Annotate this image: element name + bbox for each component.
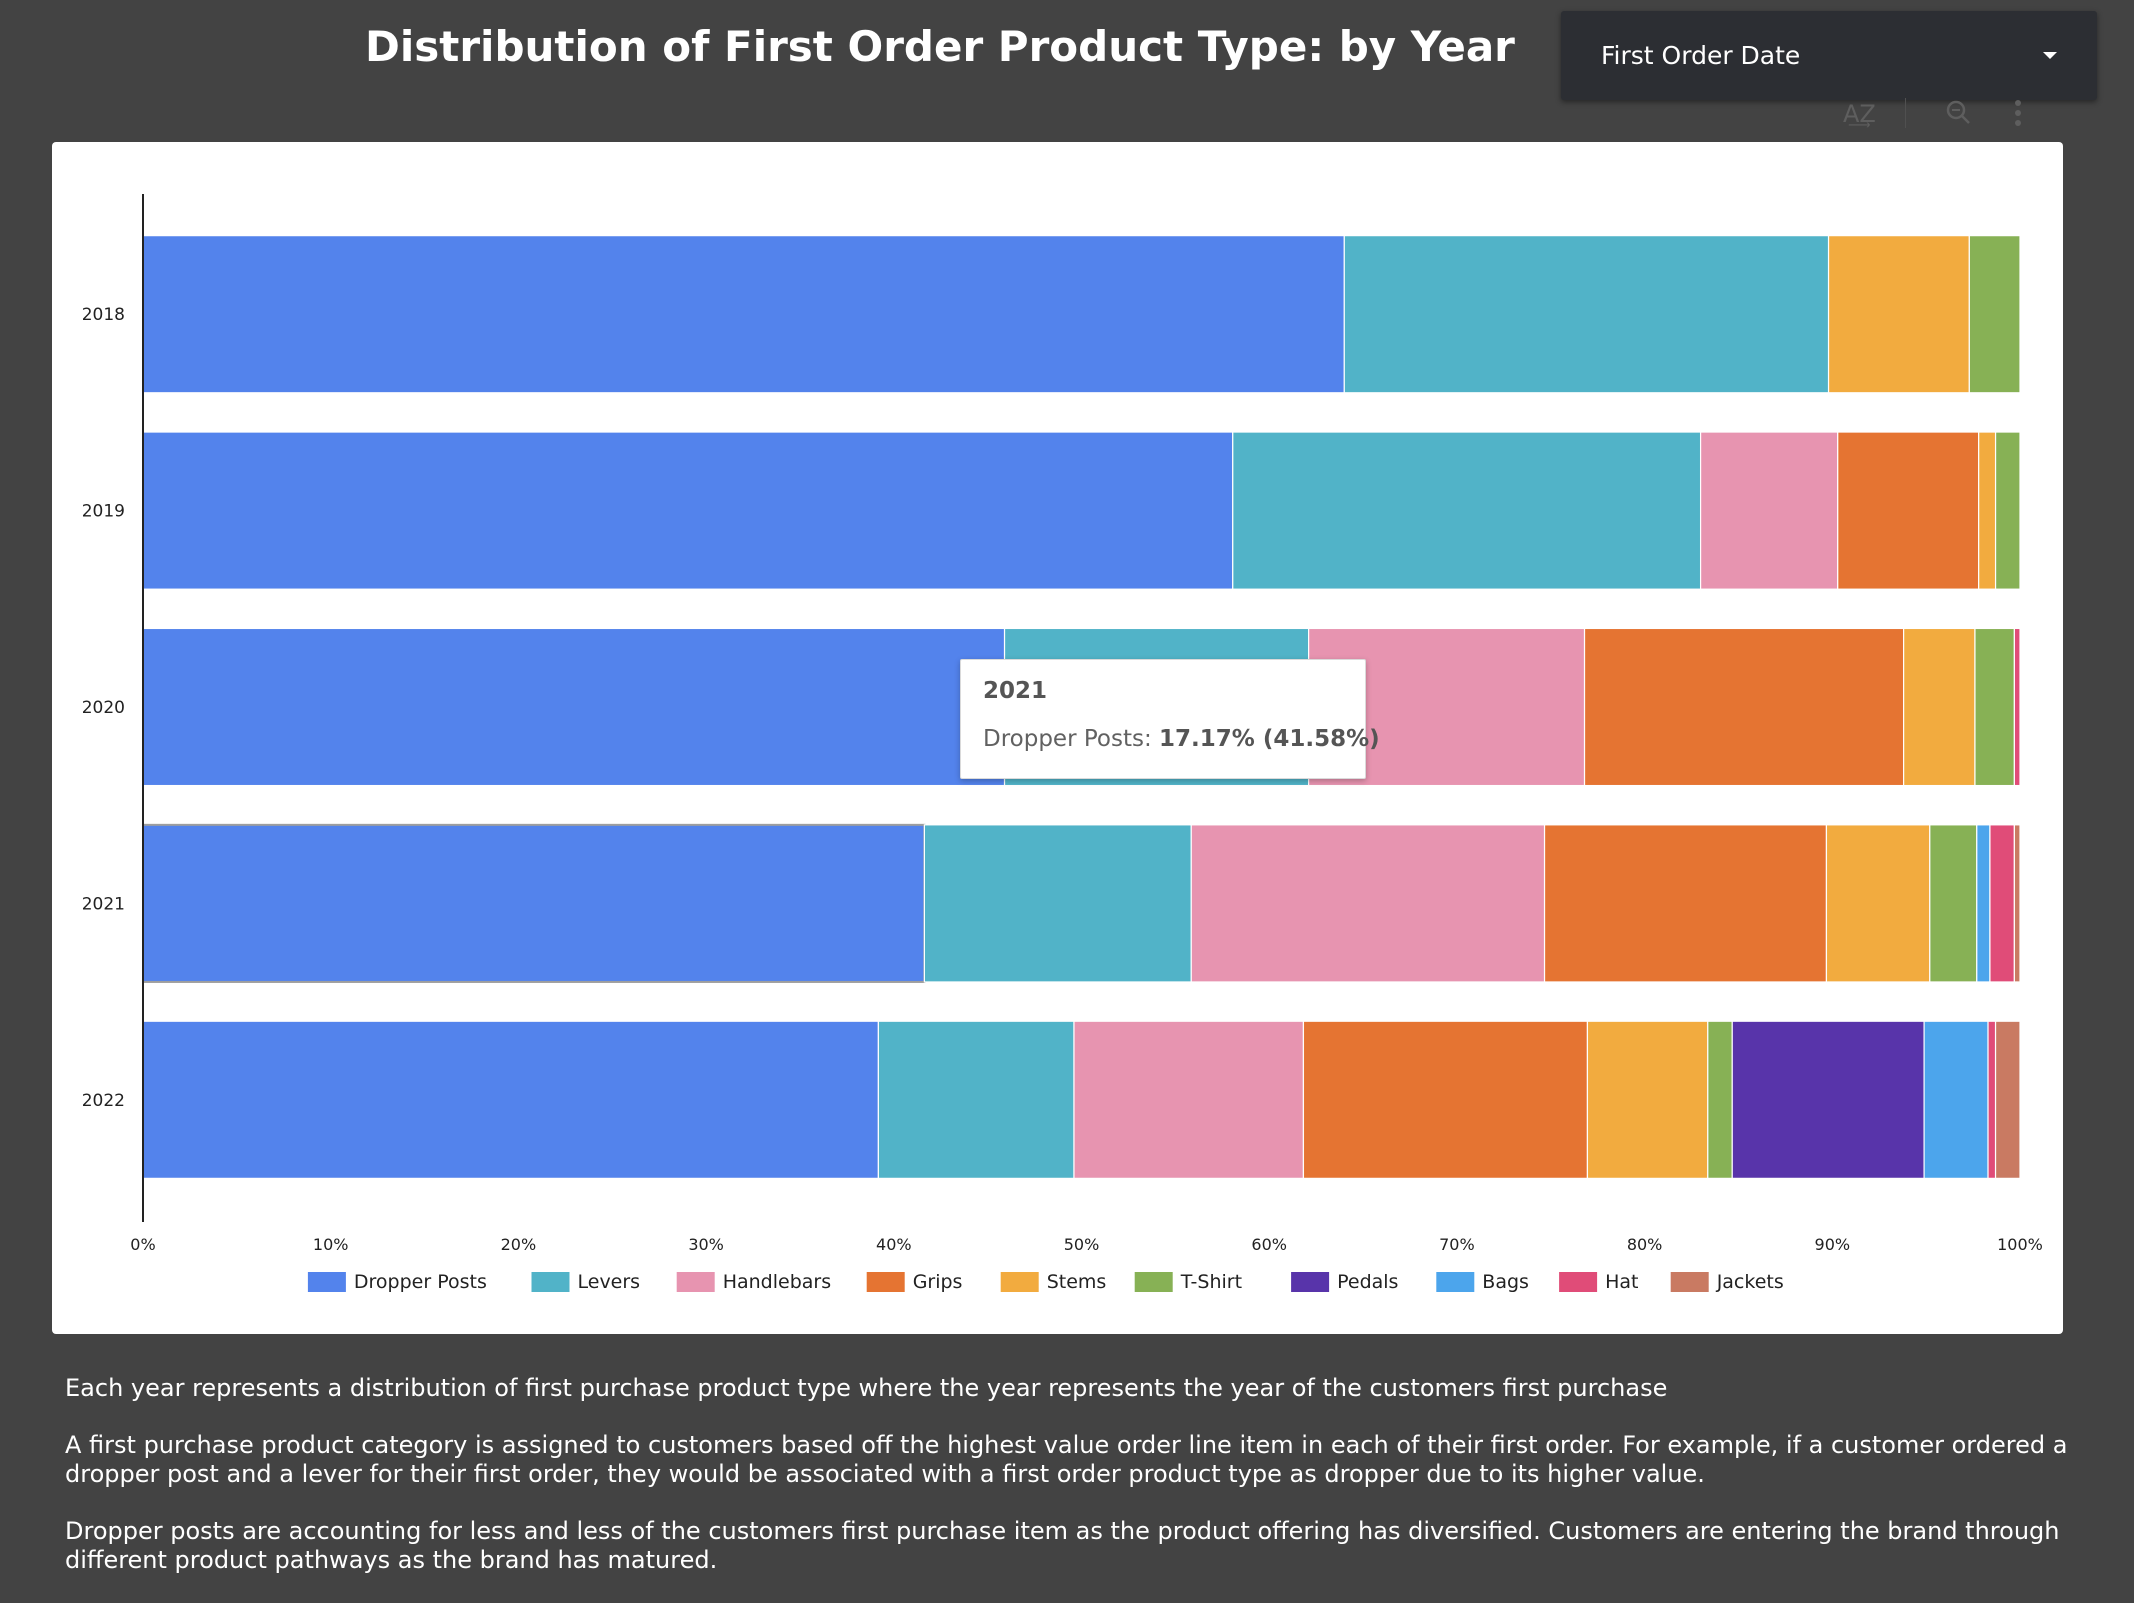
bar-segment bbox=[877, 1020, 1075, 1179]
x-tick-label: 80% bbox=[1627, 1235, 1663, 1254]
category-label: 2020 bbox=[82, 698, 125, 718]
bar-segment bbox=[2013, 824, 2021, 983]
tooltip-line: Dropper Posts: 17.17% (41.58%) bbox=[983, 726, 1380, 752]
x-tick-label: 90% bbox=[1815, 1235, 1851, 1254]
x-tick-label: 0% bbox=[130, 1235, 155, 1254]
legend-swatch bbox=[866, 1272, 905, 1292]
legend-label: Stems bbox=[1047, 1271, 1107, 1293]
bar-segment bbox=[1903, 627, 1976, 787]
bar-segment bbox=[1929, 824, 1978, 983]
x-tick-label: 30% bbox=[688, 1235, 724, 1254]
bar-segment bbox=[1343, 235, 1830, 394]
bar-segment bbox=[1994, 431, 2021, 590]
bar-segment bbox=[1987, 1020, 1997, 1179]
legend-label: Grips bbox=[913, 1271, 963, 1293]
bar-segment bbox=[142, 627, 1006, 787]
filter-label: First Order Date bbox=[1601, 41, 1801, 70]
tooltip-title: 2021 bbox=[983, 678, 1048, 704]
note-paragraph: Each year represents a distribution of f… bbox=[65, 1374, 1668, 1402]
x-tick-label: 20% bbox=[501, 1235, 537, 1254]
chart-tooltip: 2021 Dropper Posts: 17.17% (41.58%) bbox=[960, 659, 1380, 779]
toolbar-divider bbox=[1905, 98, 1906, 128]
first-order-date-filter[interactable]: First Order Date bbox=[1561, 11, 2097, 100]
bar-segment bbox=[1974, 627, 2015, 787]
legend-label: T-Shirt bbox=[1180, 1271, 1242, 1293]
bar-segment bbox=[1583, 627, 1905, 787]
bar-segment bbox=[1586, 1020, 1709, 1179]
legend-swatch bbox=[1291, 1272, 1330, 1292]
bar-segment bbox=[1989, 824, 2015, 983]
tooltip-value: 17.17% (41.58%) bbox=[1159, 726, 1380, 752]
legend-swatch bbox=[1000, 1272, 1039, 1292]
zoom-icon[interactable] bbox=[1944, 98, 1972, 132]
bar-segment bbox=[1699, 431, 1839, 590]
x-tick-label: 70% bbox=[1439, 1235, 1475, 1254]
legend-swatch bbox=[676, 1272, 715, 1292]
bar-segment bbox=[1968, 235, 2021, 394]
sort-az-icon[interactable]: A͢Z bbox=[1843, 100, 1876, 128]
legend-label: Jackets bbox=[1716, 1271, 1784, 1293]
bar-segment bbox=[142, 431, 1234, 590]
legend-swatch bbox=[1670, 1272, 1709, 1292]
x-tick-label: 100% bbox=[1997, 1235, 2043, 1254]
more-vert-icon[interactable] bbox=[2011, 98, 2025, 134]
legend-label: Hat bbox=[1605, 1271, 1638, 1293]
chevron-down-icon bbox=[2043, 52, 2057, 59]
category-label: 2021 bbox=[82, 894, 125, 914]
bar-segment bbox=[1543, 824, 1828, 983]
bar-segment bbox=[1707, 1020, 1733, 1179]
legend-label: Handlebars bbox=[723, 1271, 831, 1293]
bar-segment bbox=[1731, 1020, 1925, 1179]
bar-segment bbox=[1825, 824, 1931, 983]
legend-label: Levers bbox=[578, 1271, 641, 1293]
bar-segment bbox=[1976, 824, 1991, 983]
x-tick-label: 10% bbox=[313, 1235, 349, 1254]
legend-swatch bbox=[1134, 1272, 1173, 1292]
bar-segment bbox=[1232, 431, 1702, 590]
x-tick-label: 50% bbox=[1064, 1235, 1100, 1254]
bar-segment bbox=[923, 824, 1192, 983]
bar-segment bbox=[1302, 1020, 1589, 1179]
legend-swatch bbox=[307, 1272, 346, 1292]
bar-segment bbox=[142, 1020, 879, 1179]
legend-swatch bbox=[531, 1272, 570, 1292]
bar-segment bbox=[1837, 431, 1980, 590]
legend-swatch bbox=[1436, 1272, 1475, 1292]
legend-label: Pedals bbox=[1337, 1271, 1398, 1293]
bar-segment bbox=[1978, 431, 1997, 590]
note-paragraph: A first purchase product category is ass… bbox=[65, 1431, 2068, 1488]
legend-label: Bags bbox=[1482, 1271, 1529, 1293]
bar-segment bbox=[2013, 627, 2021, 787]
tooltip-series: Dropper Posts: bbox=[983, 726, 1160, 752]
bar-segment bbox=[1923, 1020, 1989, 1179]
bar-segment bbox=[1827, 235, 1970, 394]
category-label: 2018 bbox=[82, 305, 125, 325]
bar-segment bbox=[1073, 1020, 1305, 1179]
category-label: 2022 bbox=[82, 1091, 125, 1111]
bar-segment bbox=[142, 823, 926, 983]
bar-segment bbox=[142, 235, 1345, 394]
page-title: Distribution of First Order Product Type… bbox=[365, 22, 1515, 71]
x-tick-label: 60% bbox=[1251, 1235, 1287, 1254]
bar-segment bbox=[1994, 1020, 2021, 1179]
bar-segment bbox=[1190, 824, 1546, 983]
note-paragraph: Dropper posts are accounting for less an… bbox=[65, 1517, 2060, 1574]
chart-notes: Each year represents a distribution of f… bbox=[65, 1374, 2075, 1603]
category-label: 2019 bbox=[82, 502, 125, 522]
x-tick-label: 40% bbox=[876, 1235, 912, 1254]
legend-swatch bbox=[1559, 1272, 1598, 1292]
legend-label: Dropper Posts bbox=[354, 1271, 487, 1293]
